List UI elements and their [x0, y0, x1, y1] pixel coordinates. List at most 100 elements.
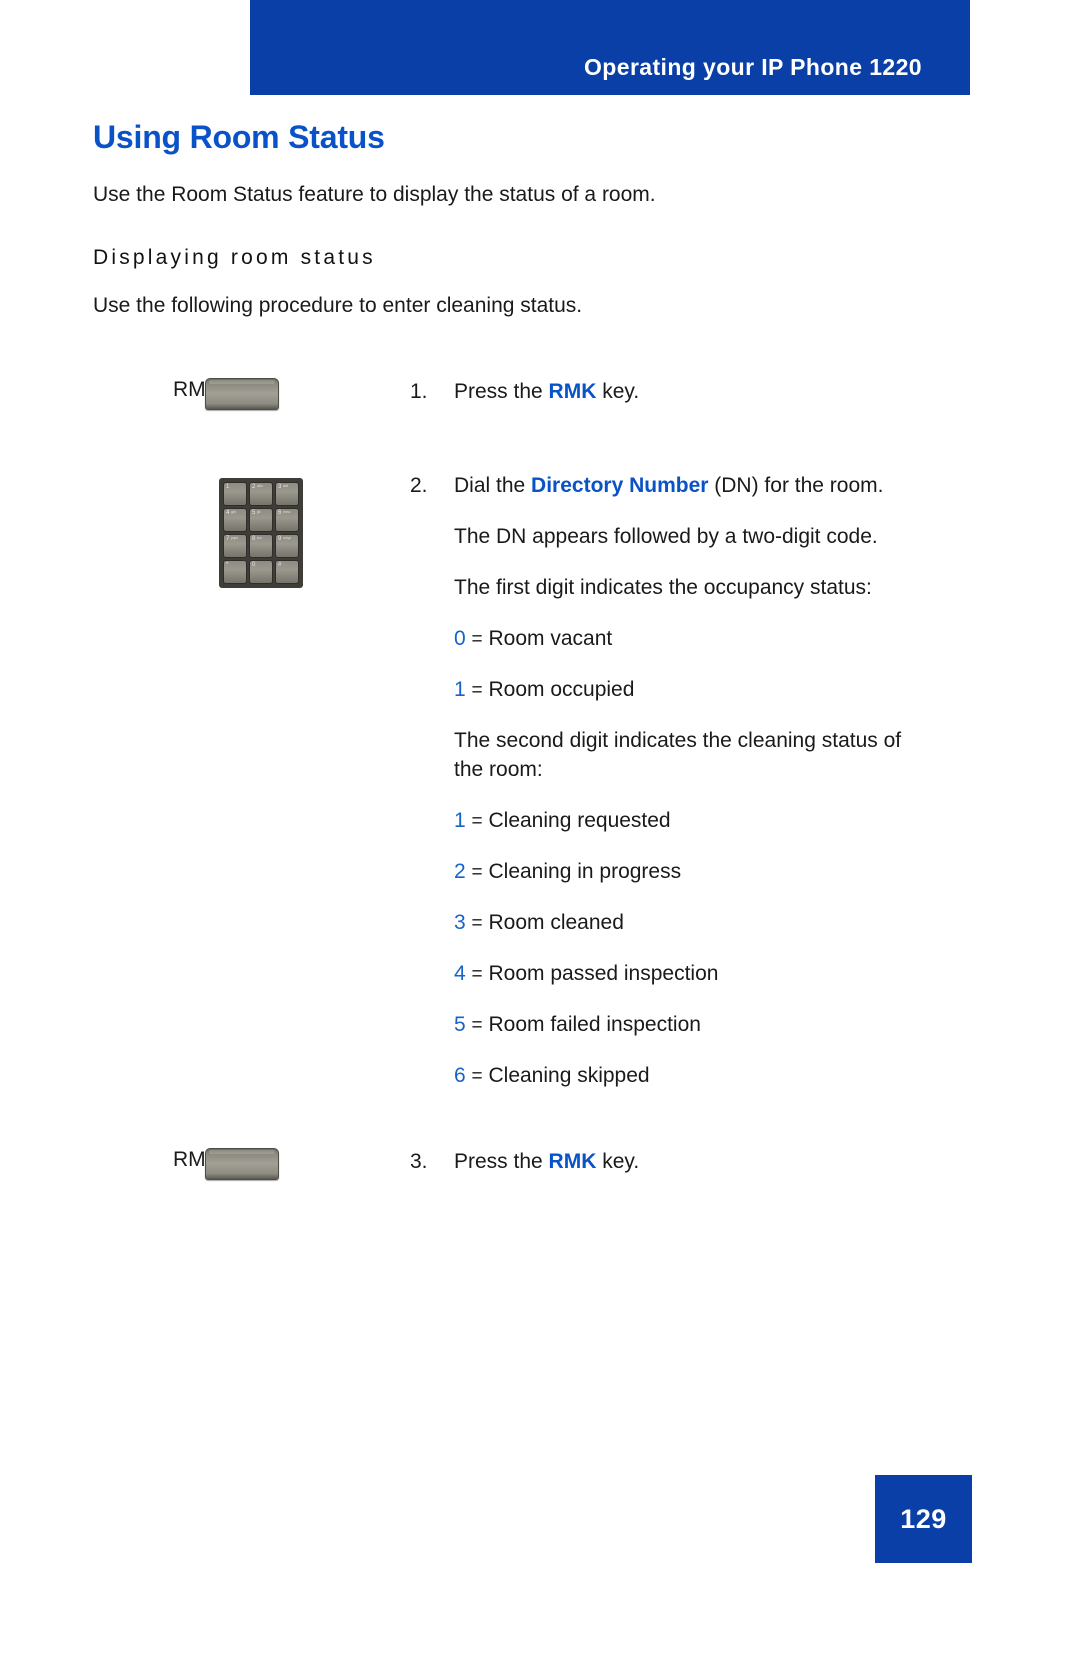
code-list-item: 3 = Room cleaned [454, 909, 924, 938]
keypad-key-letters: ghi [231, 508, 236, 514]
step-text-after: key. [596, 379, 640, 403]
header-banner: Operating your IP Phone 1220 [250, 0, 970, 95]
step-number: 2. [410, 473, 428, 497]
code-digit: 3 [454, 910, 466, 934]
key-label-rmk: RMK [173, 377, 220, 401]
header-title: Operating your IP Phone 1220 [584, 54, 922, 80]
code-label: Cleaning requested [488, 808, 671, 832]
keypad-key-number: * [226, 561, 229, 568]
keypad-key: 5 jkl [249, 507, 273, 532]
step-text-after: key. [596, 1150, 640, 1174]
step-instruction: Press the RMK key. [454, 378, 924, 407]
code-list-item: 1 = Cleaning requested [454, 807, 924, 836]
step-keyword: RMK [548, 379, 597, 403]
step-keyword: Directory Number [531, 473, 709, 497]
code-label: Cleaning in progress [488, 859, 682, 883]
code-equals: = [471, 628, 483, 650]
keypad-key-letters: pqrs [231, 534, 238, 540]
keypad-key-number: 6 [278, 509, 282, 516]
code-label: Room passed inspection [488, 961, 719, 985]
step-instruction: Press the RMK key. [454, 1148, 924, 1177]
keypad-key-number: 8 [252, 535, 256, 542]
code-label: Room cleaned [488, 910, 624, 934]
keypad-key: 7 pqrs [223, 533, 247, 558]
keypad-key-letters: def [283, 482, 288, 488]
occupancy-code-list: 0 = Room vacant 1 = Room occupied [454, 625, 924, 705]
keypad-key: 1 [223, 481, 247, 506]
code-list-item: 2 = Cleaning in progress [454, 858, 924, 887]
step-text-before: Dial the [454, 473, 532, 497]
step-illustration: 1 2 abc 3 def 4 ghi 5 jkl 6 mno 7 pqrs 8 tuv 9w… [93, 472, 410, 588]
detail-paragraph-dn-code: The DN appears followed by a two-digit c… [454, 524, 878, 548]
code-label: Room occupied [488, 677, 635, 701]
keypad-key-number: 9 [278, 535, 282, 542]
step-number: 1. [410, 379, 428, 403]
code-digit: 4 [454, 961, 466, 985]
step-row: RMK 3. Press the RMK key. [93, 1148, 993, 1181]
keypad-key: 0 [249, 559, 273, 584]
section-heading: Displaying room status [93, 245, 376, 269]
code-label: Cleaning skipped [488, 1063, 650, 1087]
keypad-key-number: 1 [226, 483, 230, 490]
code-digit: 5 [454, 1012, 466, 1036]
code-equals: = [471, 1065, 483, 1087]
step-instruction: Dial the Directory Number (DN) for the r… [454, 472, 924, 501]
page-content: Using Room Status Use the Room Status fe… [93, 119, 993, 1190]
step-row: 1 2 abc 3 def 4 ghi 5 jkl 6 mno 7 pqrs 8 tuv 9w… [93, 472, 993, 1091]
cleaning-code-list: 1 = Cleaning requested 2 = Cleaning in p… [454, 807, 924, 1091]
code-list-item: 0 = Room vacant [454, 625, 924, 654]
step-text: 3. Press the RMK key. [410, 1148, 993, 1177]
code-digit: 6 [454, 1063, 466, 1087]
step-keyword: RMK [548, 1150, 597, 1174]
code-list-item: 1 = Room occupied [454, 676, 924, 705]
code-list-item: 4 = Room passed inspection [454, 960, 924, 989]
code-digit: 1 [454, 677, 466, 701]
keypad-key-number: 5 [252, 509, 256, 516]
code-equals: = [471, 810, 483, 832]
step-row: RMK 1. Press the RMK key. [93, 377, 993, 410]
keypad-key-number: 7 [226, 535, 230, 542]
keypad-key: * [223, 559, 247, 584]
detail-paragraph-first-digit: The first digit indicates the occupancy … [454, 575, 872, 599]
step-text-before: Press the [454, 379, 549, 403]
step-illustration: RMK [93, 377, 410, 410]
keypad-key-number: 2 [252, 483, 256, 490]
step-text: 2. Dial the Directory Number (DN) for th… [410, 472, 993, 1091]
step-text-after: (DN) for the room. [708, 473, 884, 497]
keypad-key-number: 0 [252, 561, 256, 568]
page-title: Using Room Status [93, 119, 385, 155]
keypad-key: 9 wxyz [275, 533, 299, 558]
code-label: Room failed inspection [488, 1012, 701, 1036]
step-details: The DN appears followed by a two-digit c… [454, 501, 924, 1091]
step-text: 1. Press the RMK key. [410, 378, 993, 407]
intro-paragraph: Use the Room Status feature to display t… [93, 183, 656, 207]
keypad-key: 2 abc [249, 481, 273, 506]
procedure-steps: RMK 1. Press the RMK key. 1 2 abc 3 def 4g… [93, 377, 993, 1181]
keypad-key-letters: wxyz [283, 534, 292, 540]
section-intro-paragraph: Use the following procedure to enter cle… [93, 293, 583, 317]
page-number: 129 [900, 1503, 947, 1534]
step-illustration: RMK [93, 1148, 410, 1181]
step-number: 3. [410, 1150, 428, 1174]
code-list-item: 6 = Cleaning skipped [454, 1062, 924, 1091]
step-text-before: Press the [454, 1150, 549, 1174]
code-digit: 0 [454, 626, 466, 650]
keypad-key-letters: jkl [257, 508, 261, 514]
phone-hardkey-icon [205, 377, 279, 410]
keypad-key-letters: tuv [257, 534, 262, 540]
phone-keypad-icon: 1 2 abc 3 def 4 ghi 5 jkl 6 mno 7 pqrs 8 tuv 9w… [219, 477, 303, 588]
phone-hardkey-icon [205, 1148, 279, 1181]
code-list-item: 5 = Room failed inspection [454, 1011, 924, 1040]
code-equals: = [471, 912, 483, 934]
keypad-key: 8 tuv [249, 533, 273, 558]
keypad-key-number: 4 [226, 509, 230, 516]
code-label: Room vacant [488, 626, 613, 650]
code-equals: = [471, 963, 483, 985]
code-equals: = [471, 679, 483, 701]
keypad-key: 4 ghi [223, 507, 247, 532]
keypad-key-letters: mno [283, 508, 291, 514]
keypad-key: 6 mno [275, 507, 299, 532]
code-digit: 1 [454, 808, 466, 832]
keypad-key-letters: abc [257, 482, 263, 488]
code-equals: = [471, 1014, 483, 1036]
